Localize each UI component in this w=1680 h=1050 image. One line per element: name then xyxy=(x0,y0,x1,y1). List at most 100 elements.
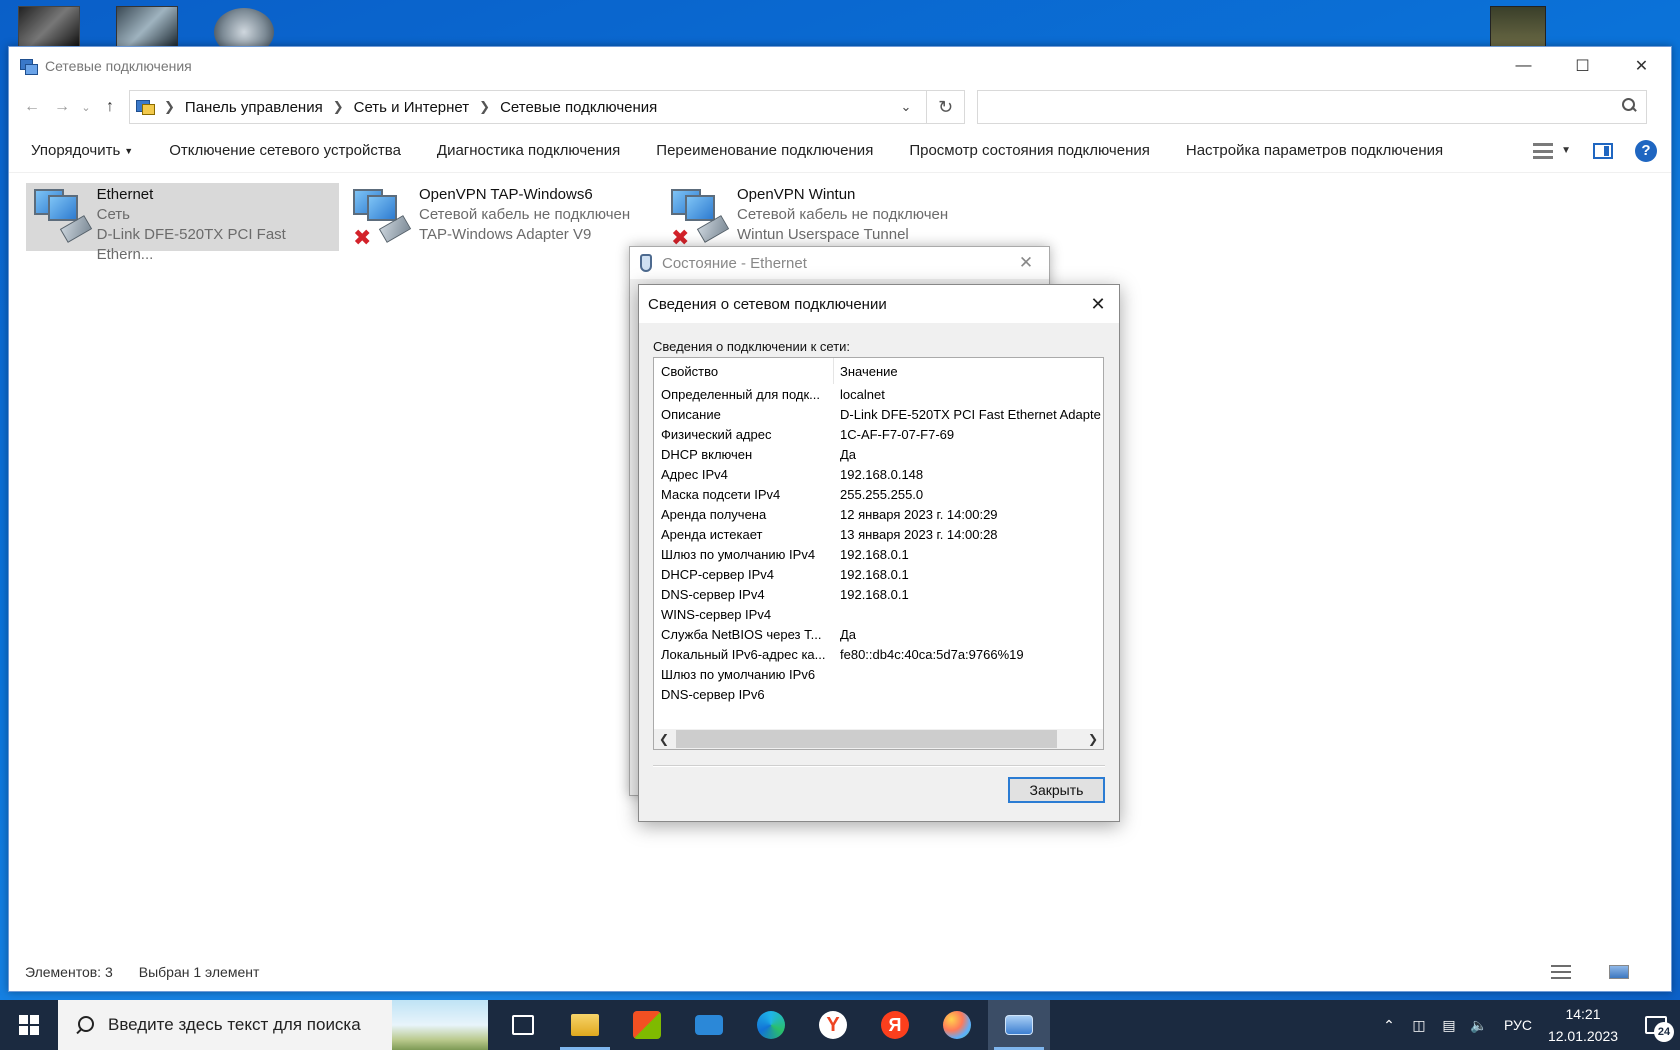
desktop-shortcut-icon[interactable] xyxy=(18,6,80,48)
scroll-thumb[interactable] xyxy=(676,730,1057,748)
connection-name: OpenVPN TAP-Windows6 xyxy=(419,186,593,203)
chevron-down-icon[interactable]: ⌄ xyxy=(886,99,926,115)
device-icon[interactable]: ◫ xyxy=(1404,1017,1434,1034)
back-arrow-icon[interactable]: ← xyxy=(17,92,47,122)
table-row[interactable]: Шлюз по умолчанию IPv4 192.168.0.1 xyxy=(654,544,1103,564)
connection-name: OpenVPN Wintun xyxy=(737,186,856,203)
address-row: ← → ⌄ ↑ ❯ Панель управления ❯ Сеть и Инт… xyxy=(9,85,1671,129)
row-value: 13 января 2023 г. 14:00:28 xyxy=(840,526,998,542)
diagnose-button[interactable]: Диагностика подключения xyxy=(437,142,620,159)
preview-pane-icon[interactable] xyxy=(1593,142,1613,159)
maximize-button[interactable]: ☐ xyxy=(1553,47,1612,85)
yandex-browser-icon: Y xyxy=(819,1011,847,1039)
command-bar: Упорядочить ▼ Отключение сетевого устройс… xyxy=(9,129,1671,173)
up-arrow-icon[interactable]: ↑ xyxy=(95,92,125,122)
address-bar[interactable]: ❯ Панель управления ❯ Сеть и Интернет ❯ … xyxy=(129,90,927,124)
language-indicator[interactable]: РУС xyxy=(1504,1017,1532,1033)
table-row[interactable]: DHCP-сервер IPv4 192.168.0.1 xyxy=(654,564,1103,584)
minimize-button[interactable]: — xyxy=(1494,47,1553,85)
row-property: Служба NetBIOS через Т... xyxy=(661,626,822,642)
chevron-right-icon[interactable]: ❯ xyxy=(333,99,344,115)
table-row[interactable]: Определенный для подк... localnet xyxy=(654,384,1103,404)
start-button[interactable] xyxy=(0,1000,58,1050)
column-header-value[interactable]: Значение xyxy=(834,364,898,379)
details-dialog: Сведения о сетевом подключении ✕ Сведени… xyxy=(638,284,1120,822)
desktop-shortcut-icon[interactable] xyxy=(116,6,178,48)
chevron-right-icon[interactable]: ❯ xyxy=(479,99,490,115)
yandex-browser-button[interactable]: Y xyxy=(802,1000,864,1050)
table-row[interactable]: WINS-сервер IPv4 xyxy=(654,604,1103,624)
search-input[interactable] xyxy=(977,90,1647,124)
disable-device-button[interactable]: Отключение сетевого устройства xyxy=(169,142,401,159)
table-row[interactable]: Аренда истекает 13 января 2023 г. 14:00:2… xyxy=(654,524,1103,544)
table-row[interactable]: Служба NetBIOS через Т... Да xyxy=(654,624,1103,644)
table-row[interactable]: Шлюз по умолчанию IPv6 xyxy=(654,664,1103,684)
table-row[interactable]: Локальный IPv6-адрес ка... fe80::db4c:40c… xyxy=(654,644,1103,664)
column-header-property[interactable]: Свойство xyxy=(654,358,834,384)
table-row[interactable]: DHCP включен Да xyxy=(654,444,1103,464)
network-icon[interactable]: ▤ xyxy=(1434,1017,1464,1034)
table-row[interactable]: Аренда получена 12 января 2023 г. 14:00:2… xyxy=(654,504,1103,524)
store-button[interactable] xyxy=(616,1000,678,1050)
close-icon[interactable]: ✕ xyxy=(1077,294,1119,315)
horizontal-scrollbar[interactable]: ❮ ❯ xyxy=(654,729,1103,749)
mail-button[interactable] xyxy=(678,1000,740,1050)
clock[interactable]: 14:21 12.01.2023 xyxy=(1544,1003,1622,1047)
help-icon[interactable]: ? xyxy=(1635,139,1657,162)
yandex-button[interactable]: Я xyxy=(864,1000,926,1050)
large-icons-view-icon[interactable] xyxy=(1609,965,1629,979)
edge-icon xyxy=(757,1011,785,1039)
details-label: Сведения о подключении к сети: xyxy=(653,339,851,354)
recent-locations-chevron-icon[interactable]: ⌄ xyxy=(77,92,95,122)
network-connections-taskbar-button[interactable] xyxy=(988,1000,1050,1050)
details-view-icon[interactable] xyxy=(1551,965,1571,979)
notification-center-button[interactable]: 24 xyxy=(1632,1000,1680,1050)
caret-down-icon[interactable]: ▼ xyxy=(1561,145,1571,156)
task-view-button[interactable] xyxy=(492,1000,554,1050)
network-connections-icon xyxy=(19,58,38,75)
chevron-up-icon[interactable]: ⌃ xyxy=(1374,1017,1404,1034)
scroll-right-icon[interactable]: ❯ xyxy=(1083,732,1103,746)
table-row[interactable]: Маска подсети IPv4 255.255.255.0 xyxy=(654,484,1103,504)
table-row[interactable]: Адрес IPv4 192.168.0.148 xyxy=(654,464,1103,484)
edge-button[interactable] xyxy=(740,1000,802,1050)
desktop-shortcut-icon[interactable] xyxy=(1490,6,1546,48)
paint-button[interactable] xyxy=(926,1000,988,1050)
breadcrumb-network-internet[interactable]: Сеть и Интернет xyxy=(354,99,470,116)
connection-settings-button[interactable]: Настройка параметров подключения xyxy=(1186,142,1443,159)
breadcrumb-control-panel[interactable]: Панель управления xyxy=(185,99,323,116)
connection-item-openvpn-wintun[interactable]: ✖ OpenVPN Wintun Сетевой кабель не подкл… xyxy=(663,183,963,251)
connection-item-ethernet[interactable]: Ethernet Сеть D-Link DFE-520TX PCI Fast … xyxy=(26,183,339,263)
clock-date: 12.01.2023 xyxy=(1547,1028,1619,1044)
scroll-left-icon[interactable]: ❮ xyxy=(654,732,674,746)
file-explorer-button[interactable] xyxy=(554,1000,616,1050)
view-status-button[interactable]: Просмотр состояния подключения xyxy=(909,142,1150,159)
status-dialog-titlebar[interactable]: Состояние - Ethernet ✕ xyxy=(630,247,1049,279)
taskbar-search-box[interactable]: Введите здесь текст для поиска xyxy=(58,1000,488,1050)
table-row[interactable]: DNS-сервер IPv6 xyxy=(654,684,1103,704)
chevron-right-icon[interactable]: ❯ xyxy=(164,99,175,115)
volume-icon[interactable]: 🔈 xyxy=(1464,1017,1494,1034)
connection-item-openvpn-tap[interactable]: ✖ OpenVPN TAP-Windows6 Сетевой кабель не… xyxy=(345,183,645,251)
table-row[interactable]: Физический адрес 1C-AF-F7-07-F7-69 xyxy=(654,424,1103,444)
table-row[interactable]: DNS-сервер IPv4 192.168.0.1 xyxy=(654,584,1103,604)
details-dialog-titlebar[interactable]: Сведения о сетевом подключении ✕ xyxy=(639,285,1119,323)
close-icon[interactable]: ✕ xyxy=(1003,253,1049,273)
row-property: Локальный IPv6-адрес ка... xyxy=(661,646,826,662)
organize-menu[interactable]: Упорядочить ▼ xyxy=(31,142,133,159)
row-value: 192.168.0.1 xyxy=(840,586,909,602)
refresh-icon[interactable]: ↻ xyxy=(927,90,965,124)
table-row[interactable]: Описание D-Link DFE-520TX PCI Fast Ethern… xyxy=(654,404,1103,424)
row-property: DHCP включен xyxy=(661,446,753,462)
close-dialog-button[interactable]: Закрыть xyxy=(1008,777,1105,803)
details-listview[interactable]: Свойство Значение Определенный для подк.… xyxy=(653,357,1104,750)
row-value: 255.255.255.0 xyxy=(840,486,924,502)
rename-button[interactable]: Переименование подключения xyxy=(656,142,873,159)
window-titlebar[interactable]: Сетевые подключения — ☐ ✕ xyxy=(9,47,1671,85)
breadcrumb-network-connections[interactable]: Сетевые подключения xyxy=(500,99,657,116)
close-window-button[interactable]: ✕ xyxy=(1612,47,1671,85)
change-view-icon[interactable] xyxy=(1533,142,1554,159)
connection-adapter: D-Link DFE-520TX PCI Fast Ethern... xyxy=(96,226,286,263)
forward-arrow-icon[interactable]: → xyxy=(47,92,77,122)
row-value: D-Link DFE-520TX PCI Fast Ethernet Adapt… xyxy=(840,406,1101,422)
